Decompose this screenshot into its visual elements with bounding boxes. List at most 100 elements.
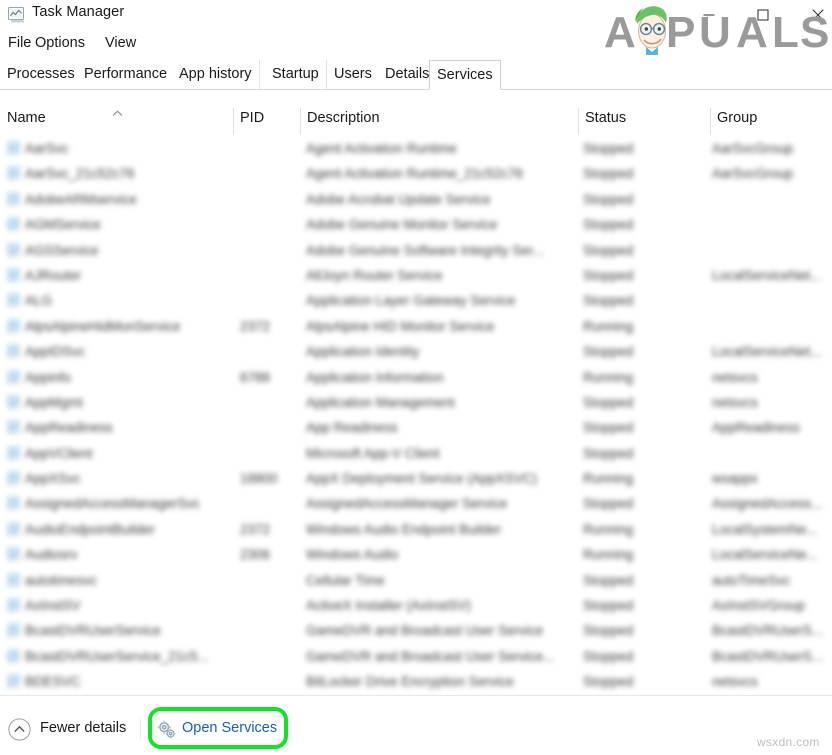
close-button[interactable]: [794, 0, 832, 30]
service-icon: [7, 623, 20, 637]
menu-item-file[interactable]: File: [6, 32, 33, 54]
services-list[interactable]: AarSvcAgent Activation RuntimeStoppedAar…: [0, 136, 832, 696]
table-row[interactable]: AppMgmtApplication ManagementStoppednets…: [0, 390, 832, 415]
row-cell-pid: 2372: [240, 521, 292, 538]
menu-item-view[interactable]: View: [103, 32, 138, 54]
service-icon: [7, 496, 20, 510]
row-cell-status: Stopped: [583, 267, 633, 284]
row-cell-description: Cellular Time: [306, 572, 385, 589]
menu-item-options[interactable]: Options: [33, 32, 87, 54]
table-row[interactable]: AppIDSvcApplication IdentityStoppedLocal…: [0, 339, 832, 364]
site-watermark: wsxdn.com: [757, 735, 820, 749]
chevron-up-circle-icon[interactable]: [8, 718, 31, 741]
row-cell-name: AudioEndpointBuilder: [25, 521, 155, 538]
service-icon: [7, 649, 20, 663]
row-cell-description: Microsoft App-V Client: [306, 445, 440, 462]
row-cell-name: AGMService: [25, 216, 101, 233]
row-cell-description: Adobe Genuine Monitor Service: [306, 216, 497, 233]
row-cell-description: ActiveX Installer (AxInstSV): [306, 597, 471, 614]
tab-users[interactable]: Users: [327, 60, 380, 89]
table-row[interactable]: AGMServiceAdobe Genuine Monitor ServiceS…: [0, 212, 832, 237]
table-row[interactable]: BcastDVRUserService_21c5...GameDVR and B…: [0, 644, 832, 669]
row-cell-name: Appinfo: [25, 369, 71, 386]
table-row[interactable]: AGSServiceAdobe Genuine Software Integri…: [0, 238, 832, 263]
column-header-group[interactable]: Group: [710, 103, 832, 136]
table-row[interactable]: BcastDVRUserServiceGameDVR and Broadcast…: [0, 618, 832, 643]
row-cell-description: Adobe Acrobat Update Service: [306, 191, 491, 208]
row-cell-status: Stopped: [583, 292, 633, 309]
table-row[interactable]: AssignedAccessManagerSvcAssignedAccessMa…: [0, 491, 832, 516]
row-cell-description: Application Identity: [306, 343, 419, 360]
service-icon: [7, 395, 20, 409]
row-cell-status: Running: [583, 318, 633, 335]
maximize-icon: [758, 10, 769, 21]
row-cell-pid: 2372: [240, 318, 292, 335]
row-cell-group: netsvcs: [712, 369, 758, 386]
row-cell-name: AdobeARMservice: [25, 191, 137, 208]
table-row[interactable]: AppVClientMicrosoft App-V ClientStopped: [0, 441, 832, 466]
row-cell-name: AssignedAccessManagerSvc: [25, 495, 200, 512]
row-cell-group: AarSvcGroup: [712, 165, 793, 182]
tab-startup[interactable]: Startup: [265, 60, 327, 89]
fewer-details-button[interactable]: Fewer details: [40, 720, 126, 736]
row-cell-name: AlpsAlpineHidMonService: [25, 318, 180, 335]
table-row[interactable]: AlpsAlpineHidMonService 2372 AlpsAlpine HI…: [0, 314, 832, 339]
table-row[interactable]: ALGApplication Layer Gateway ServiceStop…: [0, 288, 832, 313]
row-cell-status: Stopped: [583, 673, 633, 690]
row-cell-group: AxInstSVGroup: [712, 597, 805, 614]
service-icon: [7, 471, 20, 485]
sort-ascending-icon: [112, 104, 123, 111]
tab-strip: Processes Performance App history Startu…: [0, 60, 832, 90]
row-cell-pid: 18800: [240, 470, 292, 487]
row-cell-description: App Readiness: [306, 419, 398, 436]
column-header-pid[interactable]: PID: [233, 103, 300, 136]
service-icon: [7, 166, 20, 180]
row-cell-name: BcastDVRUserService: [25, 622, 161, 639]
row-cell-description: Agent Activation Runtime_21c52c76: [306, 165, 523, 182]
maximize-button[interactable]: [740, 0, 786, 30]
row-cell-name: AppIDSvc: [25, 343, 85, 360]
row-cell-name: BcastDVRUserService_21c5...: [25, 648, 209, 665]
minimize-button[interactable]: [686, 0, 732, 30]
table-row[interactable]: AppXSvc18800AppX Deployment Service (App…: [0, 466, 832, 491]
tab-performance[interactable]: Performance: [77, 60, 175, 89]
window-title: Task Manager: [32, 4, 124, 20]
row-cell-group: LocalServiceNe...: [712, 546, 818, 563]
row-cell-status: Running: [583, 470, 633, 487]
row-cell-description: Agent Activation Runtime: [306, 140, 457, 157]
row-cell-name: BDESVC: [25, 673, 81, 690]
table-row[interactable]: AudioEndpointBuilder2372Windows Audio En…: [0, 517, 832, 542]
row-cell-status: Stopped: [583, 622, 633, 639]
row-cell-group: BcastDVRUserS...: [712, 622, 823, 639]
column-header-description[interactable]: Description: [300, 103, 578, 136]
table-row[interactable]: AdobeARMservice Adobe Acrobat Update Serv…: [0, 187, 832, 212]
table-row[interactable]: AarSvcAgent Activation RuntimeStoppedAar…: [0, 136, 832, 161]
table-row[interactable]: Audiosrv2306Windows AudioRunningLocalSer…: [0, 542, 832, 567]
tab-processes[interactable]: Processes: [0, 60, 83, 89]
table-row[interactable]: AppReadinessApp ReadinessStoppedAppReadi…: [0, 415, 832, 440]
row-cell-status: Stopped: [583, 140, 633, 157]
service-icon: [7, 293, 20, 307]
row-cell-description: Adobe Genuine Software Integrity Ser...: [306, 242, 544, 259]
open-services-link[interactable]: Open Services: [182, 720, 277, 736]
table-row[interactable]: AarSvc_21c52c76Agent Activation Runtime_…: [0, 161, 832, 186]
table-row[interactable]: AxInstSVActiveX Installer (AxInstSV)Stop…: [0, 593, 832, 618]
table-row[interactable]: AJRouterAllJoyn Router ServiceStoppedLoc…: [0, 263, 832, 288]
tab-app-history[interactable]: App history: [172, 60, 260, 89]
row-cell-name: Audiosrv: [25, 546, 78, 563]
row-cell-name: AppMgmt: [25, 394, 83, 411]
table-row[interactable]: BDESVCBitLocker Drive Encryption Service…: [0, 669, 832, 694]
row-cell-description: AlpsAlpine HID Monitor Service: [306, 318, 494, 335]
gears-icon: [156, 719, 177, 740]
service-icon: [7, 446, 20, 460]
tab-services[interactable]: Services: [429, 60, 501, 90]
row-cell-group: wsappx: [712, 470, 758, 487]
row-cell-status: Running: [583, 521, 633, 538]
table-row[interactable]: autotimesvcCellular TimeStoppedautoTimeS…: [0, 568, 832, 593]
row-cell-status: Running: [583, 369, 633, 386]
services-rows-blurred: AarSvcAgent Activation RuntimeStoppedAar…: [0, 136, 832, 696]
column-header-status[interactable]: Status: [578, 103, 710, 136]
table-row[interactable]: Appinfo6788Application InformationRunnin…: [0, 365, 832, 390]
service-icon: [7, 420, 20, 434]
service-icon: [7, 522, 20, 536]
